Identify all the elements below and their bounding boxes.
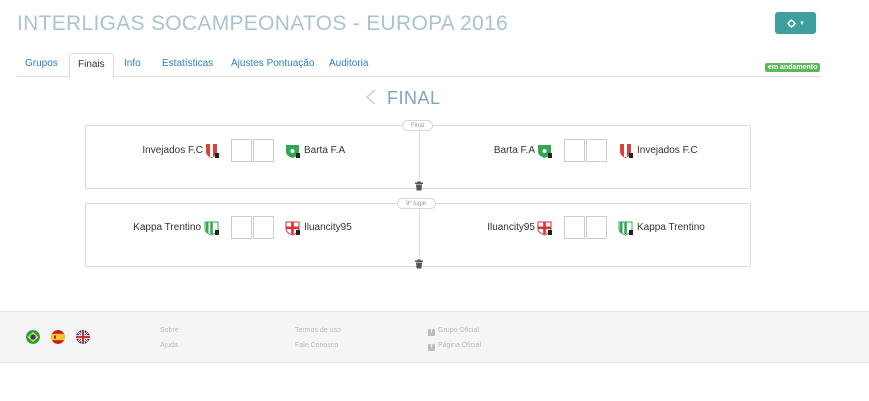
- away-team-name: Barta F.A: [304, 145, 346, 156]
- tab-grupos[interactable]: Grupos: [17, 53, 66, 77]
- home-team-name: Invejados F.C: [142, 145, 203, 156]
- green-shield-crest-icon: [537, 143, 553, 159]
- score-input-home[interactable]: [564, 216, 585, 239]
- score-input-home[interactable]: [231, 216, 252, 239]
- footer-link-grupo-oficial[interactable]: f Grupo Oficial: [428, 327, 479, 336]
- settings-button[interactable]: ▾: [775, 12, 816, 34]
- spain-flag-icon[interactable]: [51, 330, 65, 344]
- divider: [419, 209, 420, 258]
- tab-ajustes-pontuacao[interactable]: Ajustes Pontuação: [223, 53, 322, 77]
- footer-link-sobre[interactable]: Sobre: [160, 327, 179, 334]
- section-heading: FINAL: [365, 88, 441, 109]
- green-white-stripes-crest-icon: [204, 220, 220, 236]
- match-label: Final: [402, 120, 434, 131]
- uk-flag-icon[interactable]: [76, 330, 90, 344]
- red-white-shield-crest-icon: [618, 143, 634, 159]
- home-team-name: Kappa Trentino: [133, 222, 201, 233]
- facebook-icon: f: [428, 344, 435, 351]
- away-team-name: Invejados F.C: [637, 145, 698, 156]
- trash-icon[interactable]: [414, 256, 424, 269]
- match-box-final: Final Invejados F.C Barta F.A Barta F.A …: [85, 120, 751, 191]
- trash-icon[interactable]: [414, 178, 424, 191]
- page-title: INTERLIGAS SOCAMPEONATOS - EUROPA 2016: [17, 12, 509, 35]
- score-input-away[interactable]: [586, 139, 607, 162]
- tab-bar: Grupos Finais Info Estatísticas Ajustes …: [17, 53, 820, 78]
- gear-icon: [787, 18, 796, 28]
- footer: Sobre Ajuda Termos de uso Fale Conosco f…: [0, 311, 869, 363]
- facebook-icon: f: [428, 329, 435, 336]
- away-team-name: Iluancity95: [304, 222, 352, 233]
- score-input-home[interactable]: [231, 139, 252, 162]
- green-shield-crest-icon: [285, 143, 301, 159]
- red-cross-crest-icon: [537, 220, 553, 236]
- footer-link-ajuda[interactable]: Ajuda: [160, 342, 178, 349]
- score-input-away[interactable]: [586, 216, 607, 239]
- red-white-shield-crest-icon: [204, 143, 220, 159]
- status-badge: em andamento: [765, 63, 821, 72]
- red-cross-crest-icon: [285, 220, 301, 236]
- away-team-name: Kappa Trentino: [637, 222, 705, 233]
- tab-finais[interactable]: Finais: [69, 53, 114, 78]
- score-input-away[interactable]: [253, 139, 274, 162]
- tab-estatisticas[interactable]: Estatísticas: [154, 53, 221, 77]
- footer-link-pagina-oficial[interactable]: f Página Oficial: [428, 342, 481, 351]
- match-label: 9º lugar: [397, 198, 436, 209]
- footer-link-fale-conosco[interactable]: Fale Conosco: [295, 342, 338, 349]
- score-input-away[interactable]: [253, 216, 274, 239]
- footer-link-termos[interactable]: Termos de uso: [295, 327, 341, 334]
- green-white-stripes-crest-icon: [618, 220, 634, 236]
- tab-info[interactable]: Info: [116, 53, 149, 77]
- caret-down-icon: ▾: [800, 20, 804, 27]
- brazil-flag-icon[interactable]: [26, 330, 40, 344]
- score-input-home[interactable]: [564, 139, 585, 162]
- footer-link-label: Página Oficial: [438, 342, 482, 349]
- chevron-left-icon[interactable]: [365, 89, 377, 109]
- footer-link-label: Grupo Oficial: [438, 327, 479, 334]
- match-box-9th-place: 9º lugar Kappa Trentino Iluancity95 Ilua…: [85, 198, 751, 269]
- home-team-name: Iluancity95: [487, 222, 535, 233]
- home-team-name: Barta F.A: [493, 145, 535, 156]
- divider: [419, 131, 420, 180]
- tab-auditoria[interactable]: Auditoria: [321, 53, 376, 77]
- section-title: FINAL: [387, 88, 441, 108]
